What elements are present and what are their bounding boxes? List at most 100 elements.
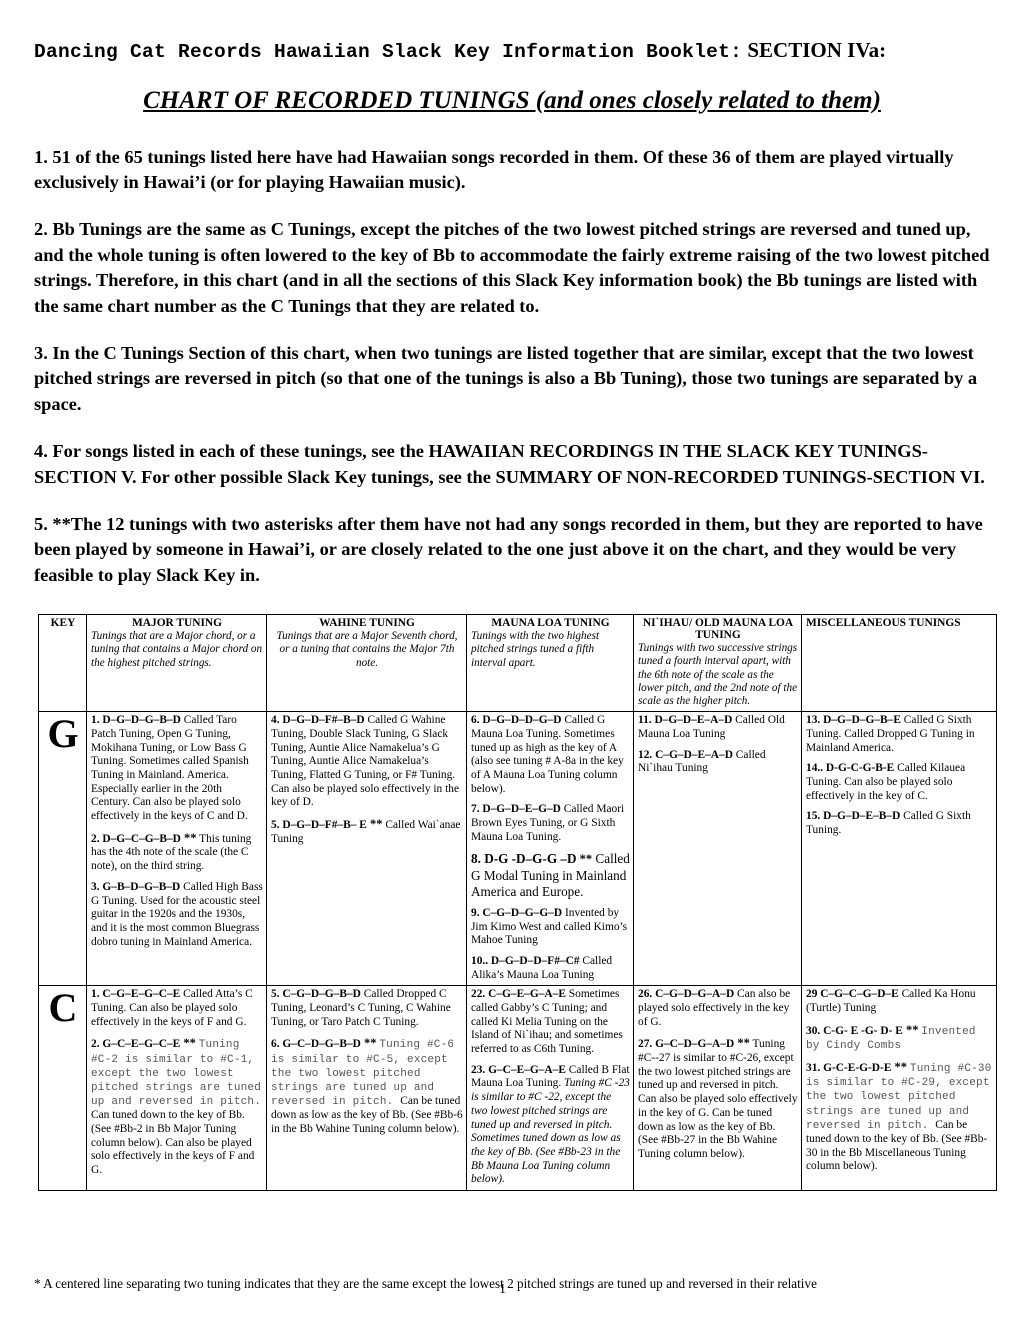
- cell-g-niihau-tuning: 11. D–G–D–E–A–D Called Old Mauna Loa Tun…: [633, 711, 802, 987]
- note-1: 1. 51 of the 65 tunings listed here have…: [34, 146, 954, 193]
- table-row: G 1. D–G–D–G–B–D Called Taro Patch Tuning…: [38, 711, 997, 987]
- cell-g-wahine-tuning: 4. D–G–D–F#–B–D Called G Wahine Tuning, …: [266, 711, 467, 987]
- tuning-entry: 22. C–G–E–G–A–E Sometimes called Gabby’s…: [471, 988, 630, 1056]
- tuning-notes: 29 C–G–C–G–D–E: [806, 988, 899, 1001]
- booklet-title-mono: Dancing Cat Records Hawaiian Slack Key I…: [34, 41, 743, 63]
- header-mauna-title: MAUNA LOA TUNING: [491, 617, 610, 630]
- tuning-entry: 31. G-C-E-G-D-E ** Tuning #C-30 is simil…: [806, 1060, 993, 1174]
- tuning-entry: 11. D–G–D–E–A–D Called Old Mauna Loa Tun…: [638, 714, 798, 741]
- tuning-entry: 2. D–G–C–G–B–D ** This tuning has the 4t…: [91, 831, 263, 874]
- tuning-entry: 12. C–G–D–E–A–D Called Ni`ihau Tuning: [638, 749, 798, 776]
- tuning-notes: 14.. D-G-C-G-B-E: [806, 762, 895, 775]
- tuning-entry: 6. G–C–D–G–B–D ** Tuning #C-6 is similar…: [271, 1036, 463, 1136]
- tuning-notes: 6. G–C–D–G–B–D: [271, 1038, 361, 1051]
- asterisk-marker: **: [734, 1036, 750, 1051]
- cell-c-niihau-tuning: 26. C–G–D–G–A–D Can also be played solo …: [633, 985, 802, 1191]
- header-niihau-tuning: NI`IHAU/ OLD MAUNA LOA TUNING Tunings wi…: [633, 614, 802, 713]
- asterisk-marker: **: [360, 1036, 377, 1051]
- tuning-notes: 22. C–G–E–G–A–E: [471, 988, 566, 1001]
- tuning-entry: 15. D–G–D–E–B–D Called G Sixth Tuning.: [806, 810, 993, 837]
- tuning-description-italic: Tuning #C -23 is similar to #C -22, exce…: [471, 1077, 630, 1186]
- chart-title: CHART OF RECORDED TUNINGS (and ones clos…: [34, 87, 990, 115]
- tuning-notes: 27. G–C–D–G–A–D: [638, 1038, 735, 1051]
- header-major-desc: Tunings that are a Major chord, or a tun…: [91, 630, 263, 669]
- header-misc-title: MISCELLANEOUS TUNINGS: [806, 617, 961, 630]
- header-key: KEY: [38, 614, 87, 713]
- header-key-title: KEY: [50, 617, 76, 630]
- tuning-entry: 1. C–G–E–G–C–E Called Atta’s C Tuning. C…: [91, 988, 263, 1029]
- tuning-entry: 9. C–G–D–G–G–D Invented by Jim Kimo West…: [471, 907, 630, 948]
- tuning-notes: 3. G–B–D–G–B–D: [91, 880, 181, 893]
- asterisk-marker: **: [891, 1060, 908, 1075]
- cell-c-wahine-tuning: 5. C–G–D–G–B–D Called Dropped C Tuning, …: [266, 985, 467, 1191]
- header-wahine-desc: Tunings that are a Major Seventh chord, …: [276, 630, 458, 669]
- cell-c-mauna-loa-tuning: 22. C–G–E–G–A–E Sometimes called Gabby’s…: [466, 985, 634, 1191]
- tuning-notes: 7. D–G–D–E–G–D: [471, 803, 561, 816]
- tuning-description: Called G Wahine Tuning, Double Slack Tun…: [271, 714, 459, 809]
- tuning-entry: 10.. D–G–D–D–F#–C# Called Alika’s Mauna …: [471, 955, 630, 982]
- tuning-notes: 11. D–G–D–E–A–D: [638, 714, 733, 727]
- tuning-description: Called Taro Patch Tuning, Open G Tuning,…: [91, 714, 249, 823]
- table-row: C 1. C–G–E–G–C–E Called Atta’s C Tuning. …: [38, 985, 997, 1191]
- page-number: 1: [499, 1282, 506, 1297]
- asterisk-marker: **: [180, 1036, 196, 1051]
- chart-title-sub: (and ones closely related to them): [529, 86, 881, 114]
- document-page: Dancing Cat Records Hawaiian Slack Key I…: [0, 0, 1020, 1320]
- tuning-entry: 13. D–G–D–G–B–E Called G Sixth Tuning. C…: [806, 714, 993, 755]
- tuning-entry: 29 C–G–C–G–D–E Called Ka Honu (Turtle) T…: [806, 988, 993, 1015]
- header-mauna-desc: Tunings with the two highest pitched str…: [471, 630, 600, 669]
- footnote: * A centered line separating two tuning …: [34, 1275, 817, 1291]
- tuning-entry: 23. G–C–E–G–A–E Called B Flat Mauna Loa …: [471, 1064, 630, 1187]
- tuning-entry: 5. C–G–D–G–B–D Called Dropped C Tuning, …: [271, 988, 463, 1029]
- cell-c-miscellaneous-tunings: 29 C–G–C–G–D–E Called Ka Honu (Turtle) T…: [801, 985, 997, 1191]
- header-miscellaneous-tunings: MISCELLANEOUS TUNINGS: [801, 614, 997, 713]
- header-niihau-desc: Tunings with two successive strings tune…: [638, 642, 798, 708]
- tuning-entry: 7. D–G–D–E–G–D Called Maori Brown Eyes T…: [471, 803, 630, 844]
- tuning-entry: 1. D–G–D–G–B–D Called Taro Patch Tuning,…: [91, 714, 263, 824]
- booklet-title: Dancing Cat Records Hawaiian Slack Key I…: [34, 36, 990, 67]
- tuning-notes: 30. C-G- E -G- D- E: [806, 1024, 903, 1037]
- tuning-notes: 4. D–G–D–F#–B–D: [271, 714, 365, 727]
- header-wahine-tuning: WAHINE TUNING Tunings that are a Major S…: [266, 614, 467, 713]
- tunings-table: KEY MAJOR TUNING Tunings that are a Majo…: [38, 614, 997, 1191]
- tuning-entry: 6. D–G–D–D–G–D Called G Mauna Loa Tuning…: [471, 714, 630, 796]
- key-cell-g: G: [38, 711, 87, 987]
- header-major-title: MAJOR TUNING: [132, 617, 222, 630]
- tuning-entry: 5. D–G–D–F#–B– E ** Called Wai`anae Tuni…: [271, 817, 463, 846]
- tuning-notes: 6. D–G–D–D–G–D: [471, 714, 562, 727]
- table-header-row: KEY MAJOR TUNING Tunings that are a Majo…: [38, 614, 997, 713]
- tuning-description: Can tuned down to the key of Bb. (See #B…: [91, 1109, 255, 1177]
- tuning-notes: 9. C–G–D–G–G–D: [471, 906, 563, 919]
- header-wahine-title: WAHINE TUNING: [319, 617, 415, 630]
- cell-c-major-tuning: 1. C–G–E–G–C–E Called Atta’s C Tuning. C…: [86, 985, 267, 1191]
- tuning-entry: 26. C–G–D–G–A–D Can also be played solo …: [638, 988, 798, 1029]
- tuning-notes: 23. G–C–E–G–A–E: [471, 1063, 566, 1076]
- asterisk-marker: **: [902, 1022, 919, 1037]
- key-cell-c: C: [38, 985, 87, 1191]
- note-2: 2. Bb Tunings are the same as C Tunings,…: [34, 219, 990, 316]
- tuning-entry: 3. G–B–D–G–B–D Called High Bass G Tuning…: [91, 881, 263, 949]
- cell-g-miscellaneous-tunings: 13. D–G–D–G–B–E Called G Sixth Tuning. C…: [801, 711, 997, 987]
- note-3: 3. In the C Tunings Section of this char…: [34, 343, 978, 414]
- tuning-notes: 5. C–G–D–G–B–D: [271, 988, 361, 1001]
- tuning-entry: 4. D–G–D–F#–B–D Called G Wahine Tuning, …: [271, 714, 463, 810]
- asterisk-marker: **: [180, 830, 197, 845]
- note-4: 4. For songs listed in each of these tun…: [34, 441, 985, 487]
- asterisk-marker: **: [366, 817, 383, 832]
- tuning-description: Called G Mauna Loa Tuning. Sometimes tun…: [471, 714, 624, 795]
- cell-g-major-tuning: 1. D–G–D–G–B–D Called Taro Patch Tuning,…: [86, 711, 267, 987]
- tuning-entry: 8. D-G -D–G-G –D ** Called G Modal Tunin…: [471, 851, 630, 899]
- header-major-tuning: MAJOR TUNING Tunings that are a Major ch…: [86, 614, 267, 713]
- tuning-notes: 15. D–G–D–E–B–D: [806, 810, 901, 823]
- header-mauna-loa-tuning: MAUNA LOA TUNING Tunings with the two hi…: [466, 614, 634, 713]
- tuning-notes: 10.. D–G–D–D–F#–C#: [471, 954, 580, 967]
- tuning-entry: 27. G–C–D–G–A–D ** Tuning #C--27 is simi…: [638, 1036, 798, 1161]
- tuning-notes: 2. D–G–C–G–B–D: [91, 832, 181, 845]
- chart-title-main: CHART OF RECORDED TUNINGS: [143, 86, 530, 114]
- tuning-notes: 13. D–G–D–G–B–E: [806, 714, 901, 727]
- tuning-entry: 14.. D-G-C-G-B-E Called Kilauea Tuning. …: [806, 762, 993, 803]
- tuning-notes: 8. D-G -D–G-G –D: [471, 851, 577, 867]
- tuning-notes: 1. D–G–D–G–B–D: [91, 714, 181, 727]
- tuning-notes: 31. G-C-E-G-D-E: [806, 1062, 892, 1075]
- tuning-entry: 30. C-G- E -G- D- E ** Invented by Cindy…: [806, 1023, 993, 1053]
